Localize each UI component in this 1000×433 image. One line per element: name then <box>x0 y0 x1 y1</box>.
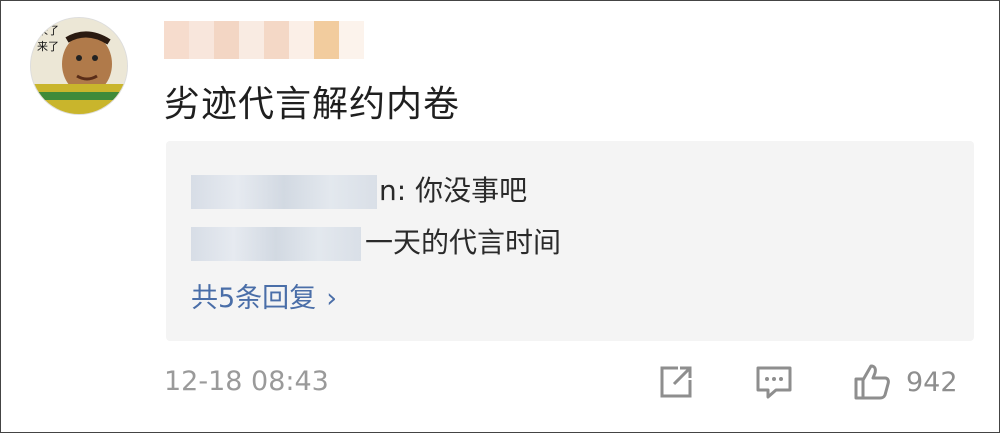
comment-timestamp: 12-18 08:43 <box>164 366 329 397</box>
avatar-caption: 来了 <box>37 24 59 37</box>
share-icon <box>660 366 692 398</box>
more-replies-label: 共5条回复 <box>191 283 317 314</box>
thumbs-up-icon <box>854 364 890 400</box>
like-count: 942 <box>906 366 958 398</box>
reply-author-redacted <box>191 175 377 209</box>
username-redacted[interactable] <box>164 21 364 59</box>
comment-icon <box>756 366 792 399</box>
avatar-caption: 来了 <box>37 40 59 53</box>
view-all-replies-link[interactable]: 共5条回复 › <box>191 276 337 315</box>
chevron-right-icon: › <box>326 283 337 314</box>
reply-item[interactable]: n: 你没事吧 <box>191 169 527 209</box>
reply-button[interactable] <box>754 359 794 405</box>
like-button[interactable]: 942 <box>852 359 958 405</box>
avatar[interactable]: 来了 来了 <box>30 17 128 115</box>
reply-author-redacted <box>191 227 361 261</box>
comment-body: 劣迹代言解约内卷 <box>164 84 461 125</box>
reply-item[interactable]: 一天的代言时间 <box>191 221 561 261</box>
reply-text: 一天的代言时间 <box>365 226 562 259</box>
comment-card: 来了 来了 劣迹代言解约内卷 n: 你没事吧 一天的代言时间 共5条回复 › 12… <box>0 0 1000 433</box>
reply-text: n: 你没事吧 <box>379 174 528 207</box>
share-button[interactable] <box>656 359 696 405</box>
